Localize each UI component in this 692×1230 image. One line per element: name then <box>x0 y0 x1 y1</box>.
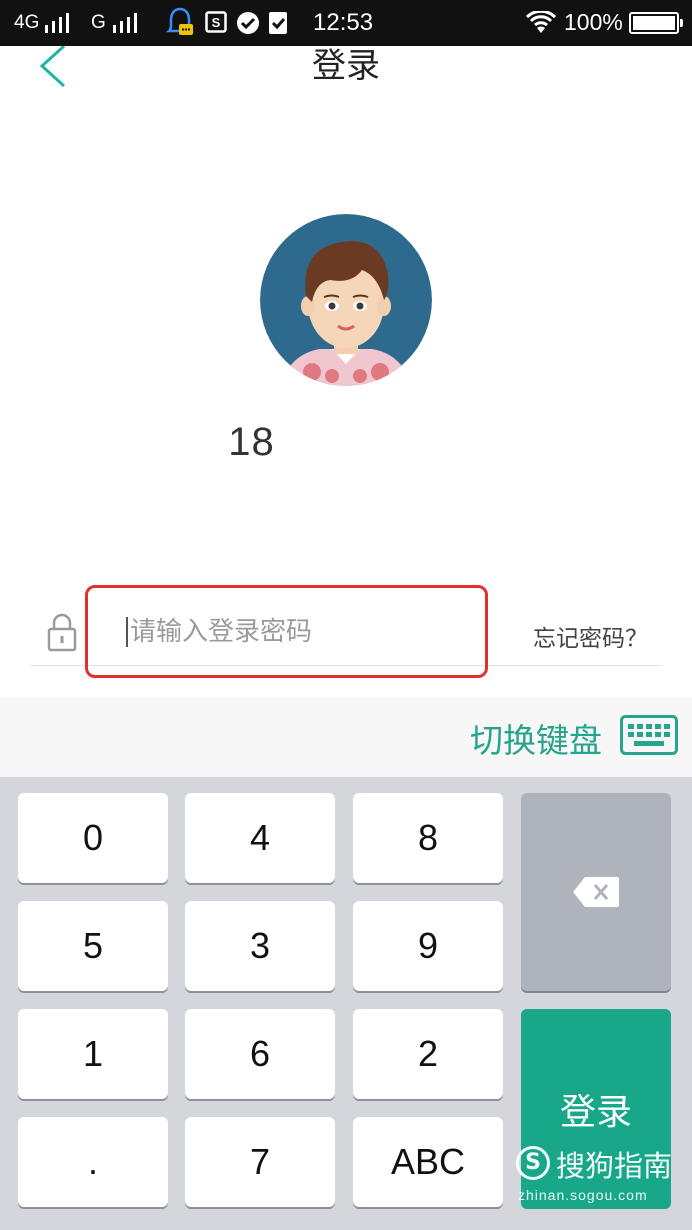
key-9[interactable]: 9 <box>353 901 503 991</box>
key-2[interactable]: 2 <box>353 1009 503 1099</box>
clock: 12:53 <box>313 9 374 36</box>
avatar <box>260 214 432 386</box>
key-4[interactable]: 4 <box>185 793 335 883</box>
s-app-icon: S <box>205 11 227 33</box>
svg-text:S: S <box>212 15 221 30</box>
key-3[interactable]: 3 <box>185 901 335 991</box>
text-cursor <box>126 617 128 647</box>
numeric-keypad: 0 4 8 5 3 9 1 6 2 . 7 ABC 登录 <box>0 777 692 1230</box>
check-circle-icon <box>237 12 259 34</box>
password-input[interactable] <box>100 608 480 656</box>
key-1[interactable]: 1 <box>18 1009 168 1099</box>
keyboard-icon[interactable] <box>620 715 678 755</box>
lock-icon <box>47 613 77 652</box>
battery-percent: 100% <box>564 9 623 35</box>
network-label-g: G <box>91 12 106 33</box>
page-title: 登录 <box>312 46 380 86</box>
switch-keyboard-button[interactable]: 切换键盘 <box>470 714 602 762</box>
signal-icon <box>45 13 77 33</box>
network-label-4g: 4G <box>14 12 40 33</box>
backspace-icon <box>573 877 619 907</box>
keyboard-switch-bar: 切换键盘 <box>0 697 692 777</box>
key-6[interactable]: 6 <box>185 1009 335 1099</box>
key-dot[interactable]: . <box>18 1117 168 1207</box>
wifi-icon <box>526 11 556 33</box>
account-phone: 18 <box>0 420 692 465</box>
key-0[interactable]: 0 <box>18 793 168 883</box>
forgot-password-link[interactable]: 忘记密码？ <box>533 619 648 653</box>
key-7[interactable]: 7 <box>185 1117 335 1207</box>
clipboard-check-icon <box>269 12 287 34</box>
key-8[interactable]: 8 <box>353 793 503 883</box>
delete-key[interactable] <box>521 793 671 991</box>
battery-icon <box>629 12 683 34</box>
key-5[interactable]: 5 <box>18 901 168 991</box>
status-bar: 4G G S 12:53 100% <box>0 0 692 46</box>
header: 登录 <box>0 46 692 96</box>
qq-message-icon <box>165 7 195 35</box>
login-key[interactable]: 登录 <box>521 1009 671 1209</box>
phone-visible-prefix: 18 <box>228 420 275 464</box>
signal-icon-2 <box>113 13 145 33</box>
key-abc[interactable]: ABC <box>353 1117 503 1207</box>
